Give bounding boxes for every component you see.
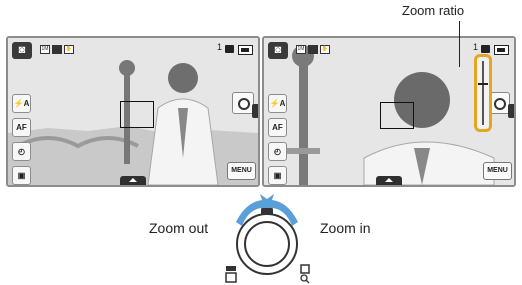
shots-remaining: 1 (217, 42, 223, 52)
smart-filter-icon[interactable] (232, 92, 254, 114)
stabilizer-icon: ✋ (320, 45, 330, 54)
af-button[interactable]: AF (268, 118, 287, 137)
camera-mode-icon[interactable]: ◙ (12, 42, 32, 59)
top-status-bar: ◙ 1M ✋ 1 (8, 38, 258, 59)
zoom-lever-diagram (225, 194, 310, 284)
shots-remaining: 1 (473, 42, 479, 52)
battery-icon (494, 45, 509, 55)
zoom-in-label: Zoom in (320, 220, 371, 236)
zoom-ratio-callout: Zoom ratio (402, 3, 465, 18)
display-button[interactable]: ▣ (268, 166, 287, 185)
tele-search-icon (300, 264, 310, 274)
quality-icon (308, 45, 318, 54)
timer-button[interactable]: ◴ (12, 142, 31, 161)
menu-button[interactable]: MENU (227, 162, 256, 180)
bottom-panel-tab[interactable] (120, 176, 146, 185)
timer-button[interactable]: ◴ (268, 142, 287, 161)
flash-button[interactable]: ⚡A (12, 94, 31, 113)
camera-mode-icon[interactable]: ◙ (268, 42, 288, 59)
camera-screen-zoomed: ◙ 1M ✋ 1 ⚡A AF ◴ ▣ MENU (262, 36, 516, 187)
photo-size-icon: 1M (40, 45, 50, 54)
focus-frame (380, 102, 414, 129)
zoom-out-label: Zoom out (149, 220, 209, 236)
camera-screen-wide: ◙ 1M ✋ 1 ⚡A AF ◴ ▣ MENU (6, 36, 260, 187)
display-button[interactable]: ▣ (12, 166, 31, 185)
quality-icon (52, 45, 62, 54)
flash-button[interactable]: ⚡A (268, 94, 287, 113)
zoom-ratio-bar (474, 54, 492, 132)
memory-card-icon (225, 45, 234, 53)
battery-icon (238, 45, 253, 55)
memory-card-icon (481, 45, 490, 53)
focus-frame (120, 101, 154, 128)
side-panel-tab[interactable] (508, 104, 514, 118)
stabilizer-icon: ✋ (64, 45, 74, 54)
menu-button[interactable]: MENU (483, 162, 512, 180)
af-button[interactable]: AF (12, 118, 31, 137)
bottom-panel-tab[interactable] (376, 176, 402, 185)
side-panel-tab[interactable] (252, 104, 258, 118)
photo-size-icon: 1M (296, 45, 306, 54)
zoom-ratio-callout-line (459, 21, 460, 67)
wide-grid-icon (226, 266, 236, 271)
